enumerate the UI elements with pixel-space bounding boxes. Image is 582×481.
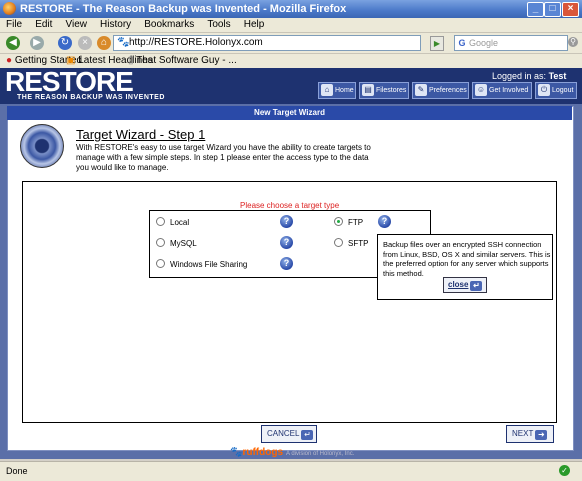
option-label: Local xyxy=(170,218,190,227)
logged-in-label: Logged in as: xyxy=(492,71,547,81)
logout-icon: ⏻ xyxy=(538,84,550,96)
window-title-bar: RESTORE - The Reason Backup was Invented… xyxy=(0,0,582,18)
choose-prompt: Please choose a target type xyxy=(240,201,340,210)
menu-history[interactable]: History xyxy=(100,18,131,32)
option-local[interactable]: Local xyxy=(156,217,189,227)
search-placeholder: Google xyxy=(469,38,499,48)
menu-bookmarks[interactable]: Bookmarks xyxy=(144,18,194,32)
nav-label: Logout xyxy=(552,87,574,94)
forward-arrow-icon[interactable]: ▶ xyxy=(30,36,44,50)
menu-bar: File Edit View History Bookmarks Tools H… xyxy=(0,18,582,33)
option-label: MySQL xyxy=(170,239,197,248)
nav-label: Get Involved xyxy=(489,87,529,94)
nav-label: Home xyxy=(335,87,354,94)
footer-brand: ruffdogs xyxy=(242,447,283,458)
bookmark-that-software-guy[interactable]: ▯ That Software Guy - ... xyxy=(128,55,237,67)
step-title: Target Wizard - Step 1 xyxy=(76,127,206,142)
rss-icon: ▣ xyxy=(66,55,76,66)
cancel-label: CANCEL xyxy=(267,429,300,438)
maximize-icon[interactable]: □ xyxy=(544,2,561,17)
option-sftp[interactable]: SFTP xyxy=(334,238,368,248)
footer-branding: 🐾ruffdogs A division of Holonyx, Inc. xyxy=(230,447,354,458)
paw-icon: 🐾 xyxy=(230,447,243,458)
wizard-target-icon xyxy=(20,124,64,168)
help-local-icon[interactable]: ? xyxy=(280,215,293,228)
next-arrow-icon: ➜ xyxy=(535,430,548,440)
option-label: SFTP xyxy=(348,239,369,248)
radio-ftp[interactable] xyxy=(334,217,343,226)
radio-mysql[interactable] xyxy=(156,238,165,247)
back-arrow-icon[interactable]: ◀ xyxy=(6,36,20,50)
option-ftp[interactable]: FTP xyxy=(334,217,363,227)
bookmark-icon: ● xyxy=(6,55,13,66)
close-label: close xyxy=(448,280,469,289)
nav-logout[interactable]: ⏻ Logout xyxy=(535,82,577,99)
cancel-button[interactable]: CANCEL ↵ xyxy=(261,425,317,443)
help-ftp-icon[interactable]: ? xyxy=(378,215,391,228)
status-bar: Done ✓ xyxy=(0,461,582,481)
tooltip-text: Backup files over an encrypted SSH conne… xyxy=(383,240,551,278)
minimize-icon[interactable]: _ xyxy=(527,2,544,17)
menu-tools[interactable]: Tools xyxy=(207,18,230,32)
radio-local[interactable] xyxy=(156,217,165,226)
option-windows-file-sharing[interactable]: Windows File Sharing xyxy=(156,259,247,269)
google-icon[interactable]: G xyxy=(455,36,469,50)
search-go-icon[interactable]: ⚲ xyxy=(568,37,578,47)
next-button[interactable]: NEXT ➜ xyxy=(506,425,554,443)
menu-edit[interactable]: Edit xyxy=(35,18,52,32)
step-description: With RESTORE's easy to use target Wizard… xyxy=(76,143,371,172)
return-arrow-icon: ↵ xyxy=(301,430,314,440)
radio-sftp[interactable] xyxy=(334,238,343,247)
wizard-header: New Target Wizard xyxy=(7,106,572,120)
option-mysql[interactable]: MySQL xyxy=(156,238,197,248)
navigation-toolbar: ◀ ▶ ↻ × ⌂ 🐾http://RESTORE.Holonyx.com ▶ … xyxy=(0,33,582,54)
url-bar[interactable]: 🐾http://RESTORE.Holonyx.com xyxy=(113,35,421,51)
home-icon[interactable]: ⌂ xyxy=(97,36,111,50)
status-text: Done xyxy=(6,466,28,476)
status-ok-icon: ✓ xyxy=(559,465,570,476)
menu-help[interactable]: Help xyxy=(244,18,265,32)
option-label: FTP xyxy=(348,218,364,227)
footer-sub: A division of Holonyx, Inc. xyxy=(286,451,355,457)
url-text: http://RESTORE.Holonyx.com xyxy=(129,37,263,48)
close-window-icon[interactable]: × xyxy=(562,2,579,17)
go-button[interactable]: ▶ xyxy=(430,36,444,51)
preferences-icon: ✎ xyxy=(415,84,427,96)
radio-windows-file-sharing[interactable] xyxy=(156,259,165,268)
return-arrow-icon: ↵ xyxy=(470,281,483,291)
menu-file[interactable]: File xyxy=(6,18,22,32)
nav-home[interactable]: ⌂ Home xyxy=(318,82,356,99)
help-mysql-icon[interactable]: ? xyxy=(280,236,293,249)
filestores-icon: ▤ xyxy=(362,84,374,96)
firefox-icon xyxy=(3,2,16,15)
nav-get-involved[interactable]: ☺ Get Involved xyxy=(472,82,532,99)
site-favicon-icon: 🐾 xyxy=(117,37,130,48)
tooltip-close-button[interactable]: close ↵ xyxy=(443,277,487,293)
nav-preferences[interactable]: ✎ Preferences xyxy=(412,82,469,99)
search-input[interactable]: G Google xyxy=(454,35,568,51)
menu-view[interactable]: View xyxy=(65,18,87,32)
bookmark-label: That Software Guy - ... xyxy=(136,55,237,66)
page-icon: ▯ xyxy=(128,55,134,66)
nav-filestores[interactable]: ▤ Filestores xyxy=(359,82,409,99)
restore-logo: RESTORE THE REASON BACKUP WAS INVENTED xyxy=(5,66,165,104)
people-icon: ☺ xyxy=(475,84,487,96)
logo-tagline: THE REASON BACKUP WAS INVENTED xyxy=(17,94,165,101)
option-label: Windows File Sharing xyxy=(170,260,248,269)
stop-icon[interactable]: × xyxy=(78,36,92,50)
nav-label: Preferences xyxy=(429,87,467,94)
home-icon: ⌂ xyxy=(321,84,333,96)
reload-icon[interactable]: ↻ xyxy=(58,36,72,50)
help-windows-icon[interactable]: ? xyxy=(280,257,293,270)
next-label: NEXT xyxy=(512,429,534,438)
nav-label: Filestores xyxy=(376,87,407,94)
window-title: RESTORE - The Reason Backup was Invented… xyxy=(20,3,347,15)
